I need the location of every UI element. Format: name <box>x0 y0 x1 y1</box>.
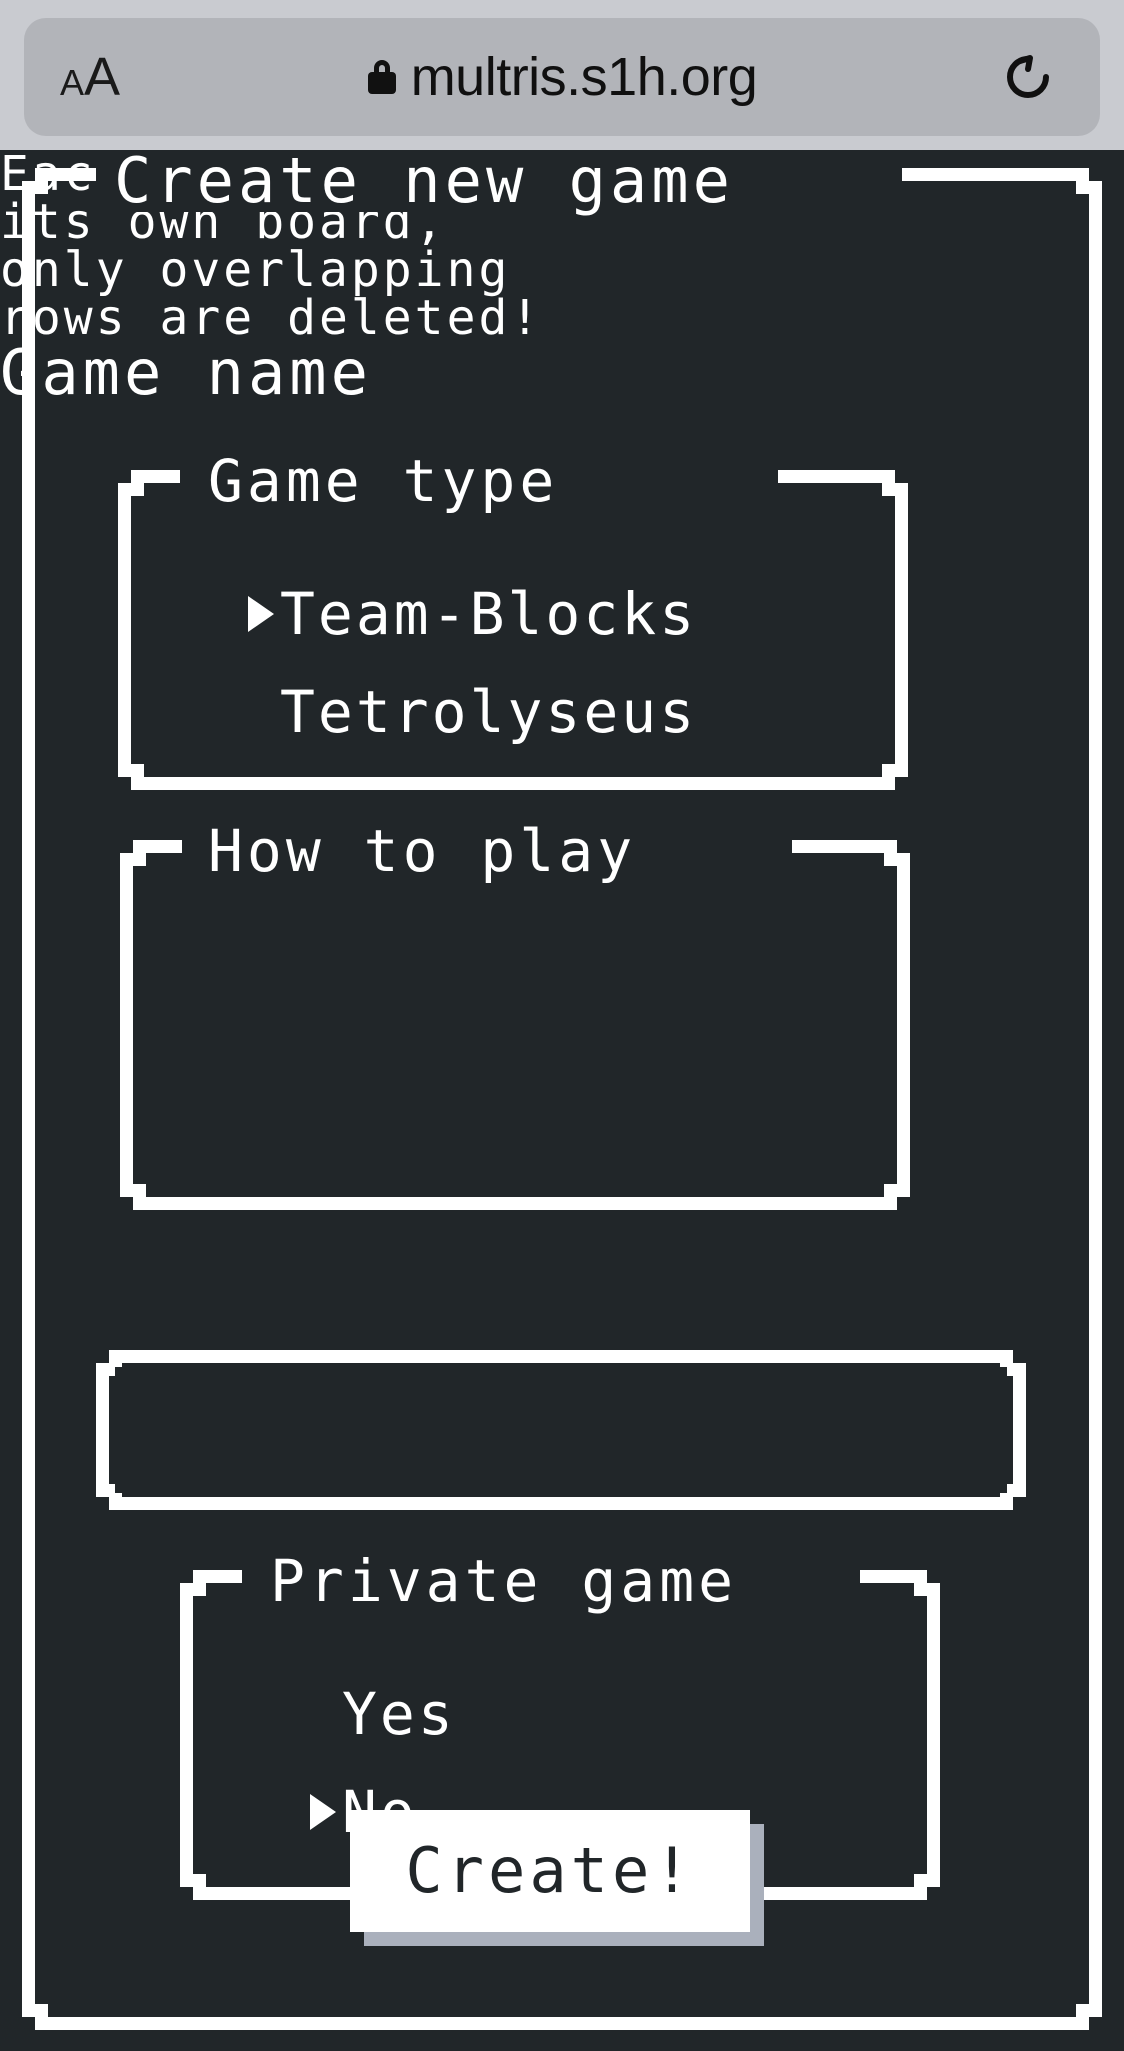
game-type-option-label: Team-Blocks <box>280 580 698 648</box>
game-type-option-team-blocks[interactable]: Team-Blocks <box>248 580 697 648</box>
selection-cursor-icon <box>248 596 274 632</box>
game-type-legend: Game type <box>190 452 577 510</box>
game-name-input[interactable] <box>115 1367 1007 1493</box>
game-type-option-label: Tetrolyseus <box>280 678 698 746</box>
private-game-legend: Private game <box>252 1552 756 1610</box>
address-bar-content: multris.s1h.org <box>24 18 1100 136</box>
how-to-play-panel <box>120 840 910 1210</box>
browser-toolbar: A A multris.s1h.org <box>0 0 1124 150</box>
page-title: Create new game <box>96 150 752 212</box>
how-to-play-legend: How to play <box>190 822 655 880</box>
selection-cursor-icon <box>310 1794 336 1830</box>
game-type-option-tetrolyseus[interactable]: Tetrolyseus <box>248 678 697 746</box>
private-game-option-label: Yes <box>342 1680 456 1748</box>
reload-icon[interactable] <box>1000 49 1056 105</box>
address-bar[interactable]: A A multris.s1h.org <box>24 18 1100 136</box>
lock-icon <box>367 60 397 94</box>
game-page: Create new game Game type Team-Blocks Te… <box>0 150 1124 2051</box>
url-text: multris.s1h.org <box>410 47 758 107</box>
private-game-option-yes[interactable]: Yes <box>310 1680 456 1748</box>
create-button[interactable]: Create! <box>350 1810 750 1932</box>
